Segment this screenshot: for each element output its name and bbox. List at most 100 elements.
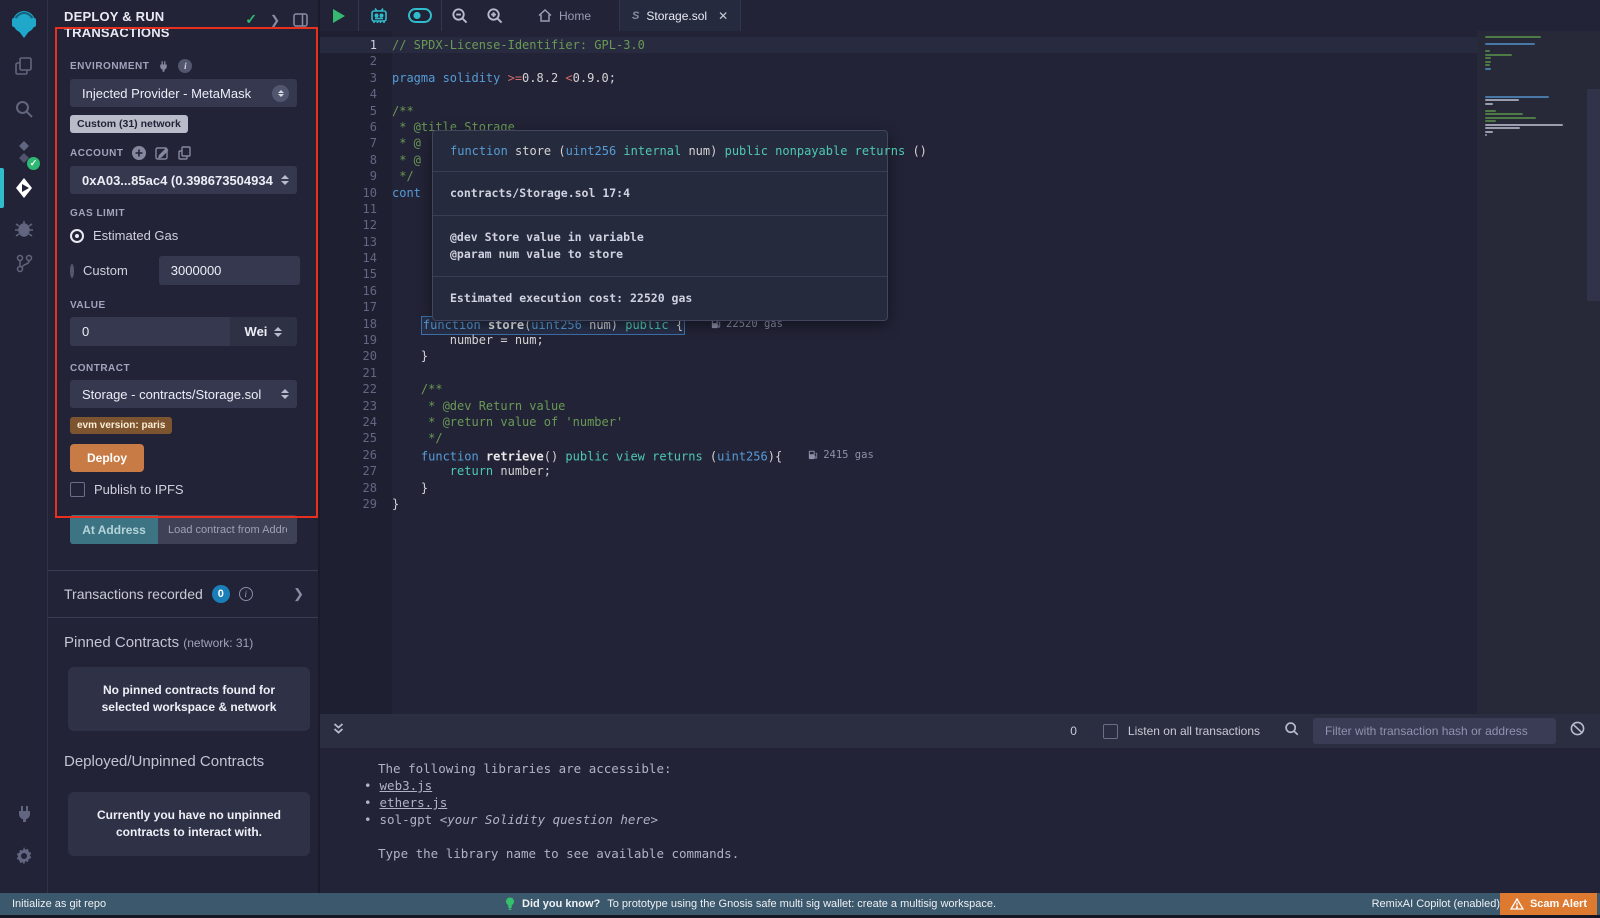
- zoom-out-button[interactable]: [442, 0, 477, 31]
- code-line[interactable]: [392, 365, 1477, 381]
- code-line[interactable]: function retrieve() public view returns …: [392, 447, 1477, 463]
- remix-logo[interactable]: [0, 4, 48, 44]
- value-input[interactable]: [70, 317, 230, 346]
- divider: [740, 0, 741, 31]
- tooltip-docs: @dev Store value in variable@param num v…: [433, 215, 887, 276]
- code-line[interactable]: /**: [392, 381, 1477, 397]
- minimap-line: [1485, 131, 1493, 133]
- play-icon: [333, 9, 345, 23]
- deployed-contracts-heading: Deployed/Unpinned Contracts: [48, 731, 318, 770]
- code-editor[interactable]: 1234567891011121314151617181920212223242…: [320, 31, 1600, 714]
- terminal-filter-input[interactable]: [1313, 718, 1556, 744]
- line-number: 15: [320, 266, 392, 282]
- code-line[interactable]: }: [392, 496, 1477, 512]
- close-tab-icon[interactable]: ✕: [718, 9, 728, 23]
- pin-panel-icon[interactable]: [293, 13, 308, 27]
- transactions-expand-icon[interactable]: ❯: [293, 586, 304, 602]
- custom-gas-input[interactable]: [159, 256, 300, 285]
- zoom-in-button[interactable]: [477, 0, 512, 31]
- copilot-toggle[interactable]: [399, 0, 441, 31]
- code-line[interactable]: pragma solidity >=0.8.2 <0.9.0;: [392, 70, 1477, 86]
- value-label: VALUE: [70, 300, 106, 311]
- environment-select[interactable]: Injected Provider - MetaMask: [70, 79, 297, 107]
- panel-expand-icon[interactable]: ❯: [270, 13, 280, 27]
- search-icon[interactable]: [0, 89, 48, 129]
- tooltip-location: contracts/Storage.sol 17:4: [433, 171, 887, 215]
- line-number: 19: [320, 332, 392, 348]
- account-select[interactable]: 0xA03...85ac4 (0.398673504934: [70, 166, 297, 194]
- terminal-list-item: •sol-gpt <your Solidity question here>: [332, 811, 1600, 828]
- pinned-contracts-title: Pinned Contracts: [64, 634, 179, 651]
- at-address-button[interactable]: At Address: [70, 515, 158, 544]
- solidity-compiler-icon[interactable]: ✓: [0, 132, 48, 172]
- chevron-up-down-icon: [274, 327, 282, 337]
- estimated-gas-radio[interactable]: [70, 229, 84, 243]
- sign-message-icon[interactable]: [155, 146, 169, 160]
- line-number: 23: [320, 398, 392, 414]
- terminal-library-link[interactable]: •web3.js: [332, 777, 1600, 794]
- code-line[interactable]: }: [392, 480, 1477, 496]
- terminal-output[interactable]: The following libraries are accessible: …: [320, 748, 1600, 893]
- minimap-line: [1485, 64, 1490, 66]
- minimap-line: [1485, 127, 1520, 129]
- code-line[interactable]: // SPDX-License-Identifier: GPL-3.0: [392, 37, 1477, 53]
- settings-icon[interactable]: [0, 836, 48, 876]
- code-line[interactable]: */: [392, 430, 1477, 446]
- git-init-status[interactable]: Initialize as git repo: [0, 898, 106, 910]
- value-unit-select[interactable]: Wei: [230, 317, 297, 346]
- hover-tooltip: function store (uint256 internal num) pu…: [432, 130, 888, 321]
- code-line[interactable]: }: [392, 348, 1477, 364]
- code-line[interactable]: return number;: [392, 463, 1477, 479]
- code-line[interactable]: [392, 86, 1477, 102]
- code-line[interactable]: * @return value of 'number': [392, 414, 1477, 430]
- listen-all-checkbox[interactable]: [1103, 724, 1118, 739]
- line-number: 5: [320, 103, 392, 119]
- publish-ipfs-checkbox[interactable]: [70, 482, 85, 497]
- tab-storage-sol[interactable]: S Storage.sol ✕: [620, 0, 740, 31]
- plugin-manager-icon[interactable]: [0, 793, 48, 833]
- line-number: 6: [320, 119, 392, 135]
- terminal-tx-count: 0: [1070, 724, 1077, 738]
- line-number: 16: [320, 283, 392, 299]
- file-explorer-icon[interactable]: [0, 46, 48, 86]
- debugger-icon[interactable]: [0, 208, 48, 248]
- minimap[interactable]: [1477, 31, 1600, 714]
- line-number: 3: [320, 70, 392, 86]
- code-line[interactable]: * @dev Return value: [392, 398, 1477, 414]
- copilot-status[interactable]: RemixAI Copilot (enabled): [1372, 898, 1500, 910]
- clear-console-icon[interactable]: [1570, 721, 1585, 741]
- terminal-intro: The following libraries are accessible:: [332, 760, 1600, 777]
- remix-ai-button[interactable]: [359, 0, 399, 31]
- terminal-library-link[interactable]: •ethers.js: [332, 794, 1600, 811]
- pinned-contracts-network: (network: 31): [183, 636, 253, 650]
- robot-icon: [368, 6, 390, 26]
- line-number: 13: [320, 234, 392, 250]
- scam-alert-button[interactable]: Scam Alert: [1500, 893, 1597, 915]
- git-icon[interactable]: [0, 243, 48, 283]
- run-script-button[interactable]: [320, 0, 358, 31]
- custom-gas-radio[interactable]: [70, 264, 74, 278]
- add-account-icon[interactable]: [132, 146, 146, 160]
- account-value: 0xA03...85ac4 (0.398673504934: [82, 173, 281, 188]
- code-line[interactable]: /**: [392, 103, 1477, 119]
- tab-home-label: Home: [559, 9, 591, 23]
- at-address-input[interactable]: [158, 515, 297, 544]
- contract-select[interactable]: Storage - contracts/Storage.sol: [70, 380, 297, 408]
- collapse-terminal-icon[interactable]: [332, 722, 345, 740]
- tab-home[interactable]: Home: [524, 0, 605, 31]
- code-line[interactable]: [392, 53, 1477, 69]
- environment-info-icon[interactable]: i: [178, 59, 192, 73]
- line-number: 4: [320, 86, 392, 102]
- panel-check-icon: ✓: [245, 11, 257, 28]
- copy-account-icon[interactable]: [178, 146, 191, 160]
- account-label: ACCOUNT: [70, 148, 124, 159]
- scrollbar-thumb[interactable]: [1587, 89, 1600, 301]
- tip-text: To prototype using the Gnosis safe multi…: [607, 898, 996, 910]
- deploy-and-run-icon[interactable]: [0, 168, 48, 208]
- custom-gas-label: Custom: [83, 263, 128, 278]
- line-number: 27: [320, 463, 392, 479]
- transactions-info-icon[interactable]: i: [239, 587, 253, 601]
- minimap-line: [1485, 117, 1536, 119]
- deploy-button[interactable]: Deploy: [70, 444, 144, 472]
- zoom-out-icon: [451, 7, 468, 24]
